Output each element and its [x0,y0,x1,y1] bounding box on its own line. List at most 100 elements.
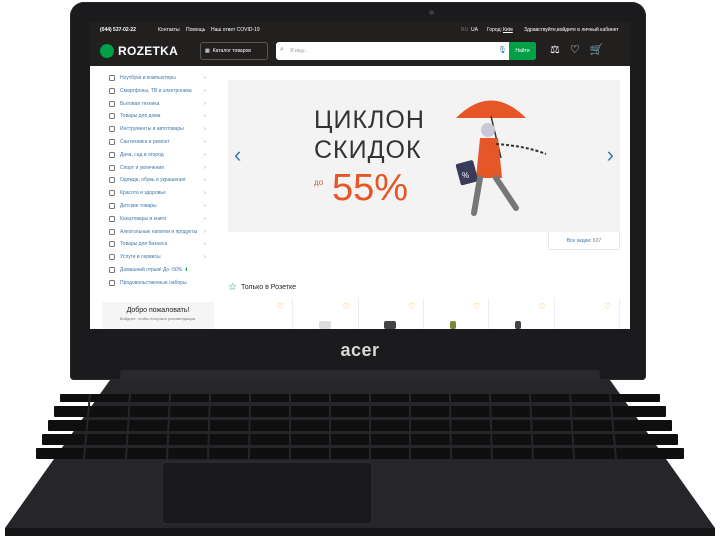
rozetka-logo[interactable]: ROZETKA [100,44,178,58]
product-tile[interactable]: ♡ [228,298,294,329]
category-item[interactable]: Одежда, обувь и украшения › [90,174,214,187]
category-item[interactable]: Товары для дома › [90,110,214,123]
head-shape [481,123,495,137]
promo-banner[interactable]: ЦИКЛОН СКИДОК до 55% % ‹ › [228,80,620,232]
category-item[interactable]: Инструменты и автотовары › [90,123,214,136]
category-item[interactable]: Услуги и сервисы › [90,251,214,264]
key-row-5[interactable] [36,448,684,459]
category-label: Сантехника и ремонт [120,138,170,145]
category-item[interactable]: Сантехника и ремонт › [90,136,214,149]
category-item[interactable]: Дача, сад и огород › [90,149,214,162]
login-link[interactable]: войдите в личный кабинет [557,27,619,33]
microphone-icon[interactable]: 🎙 [498,46,507,54]
product-tile[interactable]: ♡ [424,298,490,329]
city-label: Город: [487,27,502,33]
category-label: Бытовая техника [120,100,160,107]
category-item[interactable]: Смартфоны, ТВ и электроника › [90,85,214,98]
banner-discount: 55% [332,167,409,209]
category-menu: Ноутбуки и компьютеры › Смартфоны, ТВ и э… [90,66,214,290]
chevron-right-icon: › [204,113,206,120]
arrow-down-icon: ⬇ [184,266,189,273]
category-label: Инструменты и автотовары [120,126,184,133]
wishlist-heart-icon[interactable]: ♡ [604,302,611,311]
banner-next-arrow[interactable]: › [607,142,614,168]
category-item[interactable]: Детские товары › [90,200,214,213]
star-icon: ☆ [228,282,237,293]
search-button[interactable]: Найти [509,42,536,60]
all-promos-label: Все акции: [566,238,592,244]
category-item[interactable]: Канцтовары и книги › [90,213,214,226]
category-label: Одежда, обувь и украшения [120,177,186,184]
all-promos-link[interactable]: Все акции: 637 [548,232,620,250]
product-strip: ♡ ♡ ♡ ♡ ♡ ♡ [228,298,620,329]
help-link[interactable]: Помощь [186,27,205,33]
keyboard-deck [0,378,720,538]
phone-link[interactable]: (044) 537-02-22 [100,27,136,33]
product-thumbnail [319,321,332,329]
garden-icon [109,151,115,158]
logo-mark-icon [100,44,114,58]
header: ROZETKA ▦ Каталог товаров ⌕ Я ищу... 🎙 Н… [90,38,630,66]
catalog-button[interactable]: ▦ Каталог товаров [200,42,268,60]
product-tile[interactable]: ♡ [489,298,555,329]
banner-prev-arrow[interactable]: ‹ [234,142,241,168]
chevron-right-icon: › [204,190,206,197]
lang-ru[interactable]: RU [461,27,468,33]
category-item[interactable]: Красота и здоровье › [90,187,214,200]
chevron-right-icon: › [204,151,206,158]
appliance-icon [109,100,115,107]
compare-icon[interactable]: ⚖ [550,43,560,56]
city-select[interactable]: Київ [503,27,513,33]
wishlist-heart-icon[interactable]: ♡ [277,302,284,311]
brand-logo: acer [340,340,380,360]
search-icon: ⌕ [280,46,284,53]
key-row-2[interactable] [54,406,666,417]
category-label: Услуги и сервисы [120,254,161,261]
wishlist-heart-icon[interactable]: ♡ [342,302,349,311]
chevron-right-icon: › [204,241,206,248]
drinks-icon [109,228,115,235]
clothing-icon [109,177,115,184]
business-icon [109,241,115,248]
category-sidebar: Ноутбуки и компьютеры › Смартфоны, ТВ и э… [90,66,214,329]
chevron-right-icon: › [204,177,206,184]
category-item[interactable]: Ноутбуки и компьютеры › [90,72,214,85]
wishlist-icon[interactable]: ♡ [570,43,580,56]
umbrella-shape [456,100,526,118]
search-bar[interactable]: ⌕ Я ищу... 🎙 Найти [276,42,536,60]
chevron-right-icon: › [204,215,206,222]
category-item[interactable]: Бытовая техника › [90,98,214,111]
webcam [429,10,434,15]
category-item[interactable]: Домашний отрыв! До -50% ⬇ [90,264,214,277]
logo-text: ROZETKA [118,44,179,58]
key-row-3[interactable] [48,420,672,431]
category-item[interactable]: Товары для бизнеса › [90,238,214,251]
category-label: Детские товары [120,202,157,209]
wishlist-heart-icon[interactable]: ♡ [473,302,480,311]
category-item[interactable]: Спорт и увлечения › [90,162,214,175]
contacts-link[interactable]: Контакты [158,27,180,33]
covid-link[interactable]: Наш ответ COVID-19 [211,27,260,33]
search-input[interactable]: Я ищу... [290,48,308,54]
welcome-title: Добро пожаловать! [126,307,190,314]
tools-icon [109,126,115,133]
wishlist-heart-icon[interactable]: ♡ [408,302,415,311]
key-row-4[interactable] [42,434,678,445]
category-label: Товары для дома [120,113,161,120]
lang-ua[interactable]: UA [471,27,478,33]
wishlist-heart-icon[interactable]: ♡ [538,302,545,311]
home-icon [109,113,115,120]
header-actions: ⚖ ♡ 🛒 [550,43,603,56]
woman-umbrella-illustration: % [455,100,547,216]
plumbing-icon [109,138,115,145]
chevron-right-icon: › [204,138,206,145]
category-item[interactable]: Продовольственные наборы [90,277,214,290]
deck-edge [5,528,715,536]
category-item[interactable]: Алкогольные напитки и продукты › [90,226,214,239]
section-title: Только в Розетке [240,284,297,291]
product-tile[interactable]: ♡ [293,298,359,329]
touchpad[interactable] [161,461,373,525]
product-tile[interactable]: ♡ [555,298,620,329]
cart-icon[interactable]: 🛒 [590,43,604,56]
product-tile[interactable]: ♡ [359,298,424,329]
